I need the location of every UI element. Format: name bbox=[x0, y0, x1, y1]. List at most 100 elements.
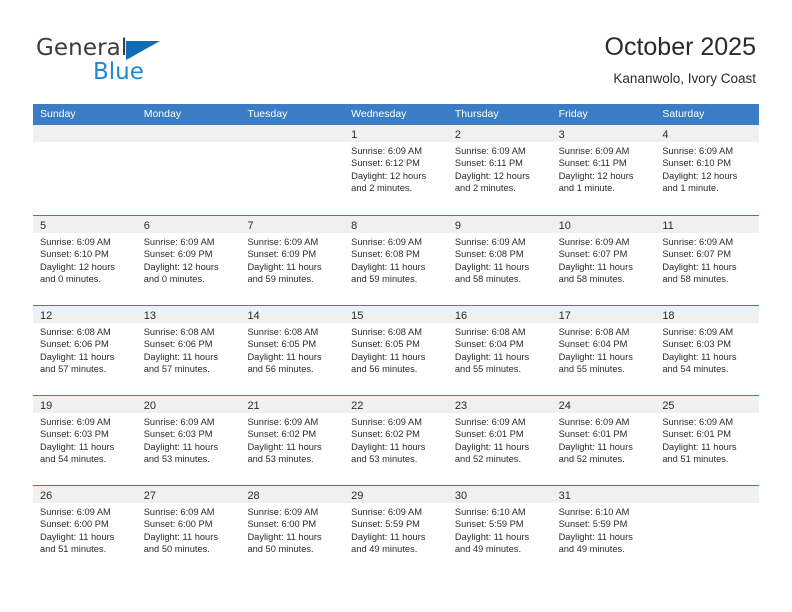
day-details: Sunrise: 6:09 AM Sunset: 6:03 PM Daylight:… bbox=[137, 413, 241, 466]
day-details: Sunrise: 6:09 AM Sunset: 6:02 PM Daylight:… bbox=[240, 413, 344, 466]
sunrise-text: Sunrise: 6:09 AM bbox=[143, 417, 215, 427]
logo-triangle-icon bbox=[126, 41, 160, 60]
day-details: Sunrise: 6:09 AM Sunset: 6:12 PM Daylight:… bbox=[344, 142, 448, 195]
day-cell[interactable]: 3 Sunrise: 6:09 AM Sunset: 6:11 PM Daylight… bbox=[551, 125, 656, 215]
day-number: 9 bbox=[454, 220, 461, 232]
day-cell[interactable]: 2 Sunrise: 6:09 AM Sunset: 6:11 PM Daylight… bbox=[447, 125, 552, 215]
day-cell[interactable]: 7 Sunrise: 6:09 AM Sunset: 6:09 PM Daylight… bbox=[240, 216, 345, 305]
day-number-band: 26 bbox=[33, 486, 137, 503]
day-cell[interactable]: 23 Sunrise: 6:09 AM Sunset: 6:01 PM Dayligh… bbox=[447, 396, 552, 485]
day-number-band: 27 bbox=[136, 486, 241, 503]
day-number: 12 bbox=[40, 310, 53, 322]
day-cell[interactable]: 27 Sunrise: 6:09 AM Sunset: 6:00 PM Dayligh… bbox=[136, 486, 241, 577]
day-cell[interactable]: 9 Sunrise: 6:09 AM Sunset: 6:08 PM Daylight… bbox=[447, 216, 552, 305]
daylight-text-line1: Daylight: 11 hours bbox=[247, 261, 322, 272]
day-number-band: 2 bbox=[447, 125, 552, 142]
day-details: Sunrise: 6:09 AM Sunset: 6:00 PM Daylight:… bbox=[137, 503, 241, 556]
sunset-text: Sunset: 5:59 PM bbox=[454, 519, 524, 530]
sunrise-text: Sunrise: 6:09 AM bbox=[662, 146, 734, 156]
day-cell[interactable]: 26 Sunrise: 6:09 AM Sunset: 6:00 PM Dayligh… bbox=[33, 486, 137, 577]
day-number: 16 bbox=[454, 310, 468, 322]
day-details: Sunrise: 6:09 AM Sunset: 6:08 PM Daylight:… bbox=[344, 233, 448, 286]
day-details: Sunrise: 6:09 AM Sunset: 6:01 PM Daylight:… bbox=[552, 413, 656, 466]
sunset-text: Sunset: 6:03 PM bbox=[662, 339, 732, 350]
daylight-text-line2: and 58 minutes. bbox=[558, 274, 625, 285]
day-number: 7 bbox=[247, 220, 254, 232]
day-number: 29 bbox=[351, 490, 364, 502]
daylight-text-line1: Daylight: 12 hours bbox=[143, 261, 219, 272]
weekday-header-monday: Monday bbox=[143, 108, 182, 120]
sunrise-text: Sunrise: 6:09 AM bbox=[247, 507, 319, 517]
day-cell[interactable]: 8 Sunrise: 6:09 AM Sunset: 6:08 PM Daylight… bbox=[344, 216, 448, 305]
day-details: Sunrise: 6:08 AM Sunset: 6:04 PM Daylight:… bbox=[448, 323, 552, 376]
daylight-text-line1: Daylight: 11 hours bbox=[247, 351, 322, 362]
day-cell[interactable]: 20 Sunrise: 6:09 AM Sunset: 6:03 PM Dayligh… bbox=[136, 396, 241, 485]
day-details: Sunrise: 6:10 AM Sunset: 5:59 PM Daylight:… bbox=[552, 503, 656, 556]
day-cell[interactable]: 31 Sunrise: 6:10 AM Sunset: 5:59 PM Dayligh… bbox=[551, 486, 656, 577]
day-number: 15 bbox=[351, 310, 364, 322]
daylight-text-line2: and 2 minutes. bbox=[351, 183, 413, 194]
day-details: Sunrise: 6:09 AM Sunset: 6:11 PM Daylight:… bbox=[552, 142, 656, 195]
day-number-band: 29 bbox=[344, 486, 448, 503]
day-number-band bbox=[240, 125, 345, 142]
daylight-text-line2: and 52 minutes. bbox=[454, 454, 522, 465]
day-cell[interactable]: 30 Sunrise: 6:10 AM Sunset: 5:59 PM Dayligh… bbox=[447, 486, 552, 577]
daylight-text-line2: and 57 minutes. bbox=[40, 364, 107, 375]
day-number-band: 1 bbox=[344, 125, 448, 142]
sunset-text: Sunset: 6:05 PM bbox=[351, 339, 420, 350]
day-cell[interactable]: 4 Sunrise: 6:09 AM Sunset: 6:10 PM Daylight… bbox=[655, 125, 760, 215]
daylight-text-line2: and 0 minutes. bbox=[143, 274, 205, 285]
day-details: Sunrise: 6:08 AM Sunset: 6:06 PM Daylight:… bbox=[33, 323, 137, 376]
day-cell[interactable]: 6 Sunrise: 6:09 AM Sunset: 6:09 PM Daylight… bbox=[136, 216, 241, 305]
day-cell[interactable]: 19 Sunrise: 6:09 AM Sunset: 6:03 PM Dayligh… bbox=[33, 396, 137, 485]
sunset-text: Sunset: 6:01 PM bbox=[558, 429, 628, 440]
day-cell[interactable]: 5 Sunrise: 6:09 AM Sunset: 6:10 PM Daylight… bbox=[33, 216, 137, 305]
day-number: 2 bbox=[454, 129, 461, 141]
sunset-text: Sunset: 6:00 PM bbox=[40, 519, 109, 530]
daylight-text-line1: Daylight: 12 hours bbox=[40, 261, 115, 272]
day-number-band bbox=[33, 125, 137, 142]
day-number: 25 bbox=[662, 400, 675, 412]
day-cell[interactable]: 24 Sunrise: 6:09 AM Sunset: 6:01 PM Dayligh… bbox=[551, 396, 656, 485]
day-cell[interactable]: 15 Sunrise: 6:08 AM Sunset: 6:05 PM Dayligh… bbox=[344, 306, 448, 395]
page-title: October 2025 bbox=[604, 33, 757, 61]
day-cell[interactable]: 10 Sunrise: 6:09 AM Sunset: 6:07 PM Dayligh… bbox=[551, 216, 656, 305]
day-cell[interactable]: 13 Sunrise: 6:08 AM Sunset: 6:06 PM Dayligh… bbox=[136, 306, 241, 395]
day-cell[interactable]: 22 Sunrise: 6:09 AM Sunset: 6:02 PM Dayligh… bbox=[344, 396, 448, 485]
day-cell[interactable]: 16 Sunrise: 6:08 AM Sunset: 6:04 PM Dayligh… bbox=[447, 306, 552, 395]
day-number-band: 5 bbox=[33, 216, 137, 233]
day-number-band: 24 bbox=[551, 396, 656, 413]
day-number-band: 25 bbox=[655, 396, 760, 413]
sunrise-text: Sunrise: 6:08 AM bbox=[143, 327, 215, 337]
day-cell[interactable]: 25 Sunrise: 6:09 AM Sunset: 6:01 PM Dayligh… bbox=[655, 396, 760, 485]
day-details: Sunrise: 6:09 AM Sunset: 6:11 PM Daylight:… bbox=[448, 142, 552, 195]
daylight-text-line1: Daylight: 11 hours bbox=[558, 531, 633, 542]
day-details: Sunrise: 6:09 AM Sunset: 6:09 PM Daylight:… bbox=[137, 233, 241, 286]
day-details: Sunrise: 6:09 AM Sunset: 6:07 PM Daylight:… bbox=[552, 233, 656, 286]
day-cell[interactable]: 29 Sunrise: 6:09 AM Sunset: 5:59 PM Dayligh… bbox=[344, 486, 448, 577]
day-cell[interactable]: 28 Sunrise: 6:09 AM Sunset: 6:00 PM Dayligh… bbox=[240, 486, 345, 577]
sunrise-text: Sunrise: 6:09 AM bbox=[247, 237, 319, 247]
day-number: 4 bbox=[662, 129, 669, 141]
day-number-band: 11 bbox=[655, 216, 760, 233]
day-cell[interactable]: 11 Sunrise: 6:09 AM Sunset: 6:07 PM Dayligh… bbox=[655, 216, 760, 305]
day-cell[interactable]: 1 Sunrise: 6:09 AM Sunset: 6:12 PM Daylight… bbox=[344, 125, 448, 215]
sunrise-text: Sunrise: 6:09 AM bbox=[454, 146, 526, 156]
day-cell[interactable]: 14 Sunrise: 6:08 AM Sunset: 6:05 PM Dayligh… bbox=[240, 306, 345, 395]
day-cell[interactable]: 12 Sunrise: 6:08 AM Sunset: 6:06 PM Dayligh… bbox=[33, 306, 137, 395]
daylight-text-line1: Daylight: 11 hours bbox=[558, 351, 633, 362]
sunrise-text: Sunrise: 6:09 AM bbox=[351, 507, 422, 517]
day-cell[interactable]: 21 Sunrise: 6:09 AM Sunset: 6:02 PM Dayligh… bbox=[240, 396, 345, 485]
day-number-band: 7 bbox=[240, 216, 345, 233]
week-row: 5 Sunrise: 6:09 AM Sunset: 6:10 PM Daylight… bbox=[33, 215, 760, 305]
day-cell[interactable]: 18 Sunrise: 6:09 AM Sunset: 6:03 PM Dayligh… bbox=[655, 306, 760, 395]
day-cell[interactable]: 17 Sunrise: 6:08 AM Sunset: 6:04 PM Dayligh… bbox=[551, 306, 656, 395]
sunrise-text: Sunrise: 6:09 AM bbox=[40, 237, 111, 247]
daylight-text-line2: and 53 minutes. bbox=[143, 454, 210, 465]
sunrise-text: Sunrise: 6:10 AM bbox=[454, 507, 526, 517]
day-number-band: 14 bbox=[240, 306, 345, 323]
sunset-text: Sunset: 6:08 PM bbox=[351, 249, 420, 260]
day-number: 28 bbox=[247, 490, 260, 502]
general-blue-logo[interactable]: General Blue bbox=[36, 36, 276, 90]
daylight-text-line1: Daylight: 11 hours bbox=[351, 351, 426, 362]
